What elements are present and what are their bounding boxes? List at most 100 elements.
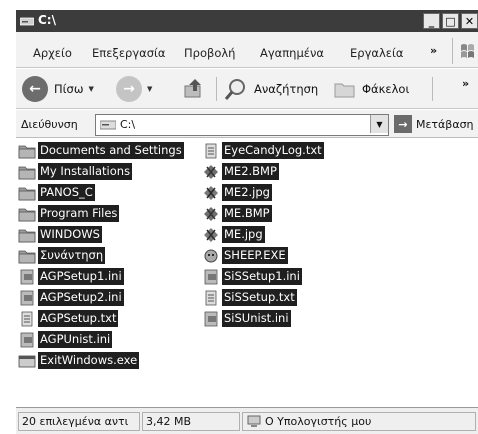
title-bar: C:\ _ □ ✕ [16, 10, 478, 32]
drive-icon [100, 120, 116, 130]
file-item[interactable]: ExitWindows.exe [18, 351, 140, 370]
file-item[interactable]: AGPSetup.txt [18, 309, 119, 328]
windows-logo-icon [452, 38, 474, 64]
file-name: Program Files [38, 205, 120, 222]
go-arrow-icon: → [394, 115, 412, 133]
file-list: Documents and Settings My Installations PA… [16, 139, 478, 405]
file-item[interactable]: AGPSetup2.ini [18, 288, 124, 307]
file-item[interactable]: ME.BMP [202, 204, 272, 223]
status-location: Ο Υπολογιστής μου [242, 412, 476, 431]
menu-bar: Αρχείο Επεξεργασία Προβολή Αγαπημένα Εργ… [16, 32, 478, 68]
ini-file-icon [18, 290, 36, 306]
folder-icon [18, 248, 36, 264]
address-input[interactable]: C:\ ▼ [95, 114, 389, 136]
folder-icon [18, 164, 36, 180]
back-arrow-icon: ← [22, 76, 48, 102]
file-item[interactable]: AGPUnist.ini [18, 330, 113, 349]
file-item[interactable]: SiSSetup.txt [202, 288, 297, 307]
address-dropdown-button[interactable]: ▼ [370, 115, 388, 133]
file-name: AGPSetup1.ini [38, 268, 124, 285]
menu-tools[interactable]: Εργαλεία [350, 46, 403, 60]
file-name: ME2.BMP [222, 163, 279, 180]
status-location-label: Ο Υπολογιστής μου [265, 415, 372, 428]
file-name: SHEEP.EXE [222, 247, 288, 264]
back-dropdown-icon[interactable]: ▼ [88, 85, 93, 93]
jpeg-image-icon [202, 185, 220, 201]
folders-label: Φάκελοι [362, 82, 410, 96]
file-name: AGPSetup2.ini [38, 289, 124, 306]
folders-icon [334, 83, 355, 98]
file-name: SiSUnist.ini [222, 310, 291, 327]
menu-view[interactable]: Προβολή [184, 46, 235, 60]
address-label: Διεύθυνση [21, 118, 78, 131]
search-label: Αναζήτηση [254, 82, 319, 96]
search-icon [224, 79, 245, 100]
file-name: SiSSetup.txt [222, 289, 297, 306]
folder-icon [18, 206, 36, 222]
text-file-icon [18, 311, 36, 327]
menu-edit[interactable]: Επεξεργασία [92, 46, 165, 60]
file-item[interactable]: Documents and Settings [18, 141, 184, 160]
file-name: AGPUnist.ini [38, 331, 113, 348]
minimize-button[interactable]: _ [423, 13, 440, 29]
menu-favorites[interactable]: Αγαπημένα [260, 46, 324, 60]
file-item[interactable]: ME.jpg [202, 225, 265, 244]
folder-icon [18, 227, 36, 243]
status-selection-count: 20 επιλεγμένα αντι [18, 412, 140, 431]
go-label: Μετάβαση [416, 117, 474, 131]
text-file-icon [202, 290, 220, 306]
exe-icon [18, 353, 36, 369]
window-title: C:\ [38, 13, 56, 27]
status-bar: 20 επιλεγμένα αντι 3,42 MB Ο Υπολογιστής… [16, 407, 478, 434]
file-item[interactable]: AGPSetup1.ini [18, 267, 124, 286]
up-folder-button[interactable] [182, 75, 206, 103]
file-item[interactable]: EyeCandyLog.txt [202, 141, 324, 160]
file-name: EyeCandyLog.txt [222, 142, 324, 159]
search-button[interactable]: Αναζήτηση [224, 75, 318, 103]
file-name: WINDOWS [38, 226, 102, 243]
file-item[interactable]: ME2.jpg [202, 183, 272, 202]
toolbar: ← Πίσω ▼ → ▼ Αναζήτηση Φάκελοι » [16, 69, 478, 109]
my-computer-icon [247, 415, 261, 427]
file-item[interactable]: PANOS_C [18, 183, 95, 202]
toolbar-overflow-button[interactable]: » [462, 77, 469, 90]
ini-file-icon [18, 269, 36, 285]
file-item[interactable]: My Installations [18, 162, 133, 181]
ini-file-icon [202, 311, 220, 327]
forward-button[interactable]: → ▼ [116, 75, 152, 103]
close-button[interactable]: ✕ [461, 13, 478, 29]
forward-dropdown-icon[interactable]: ▼ [147, 85, 152, 93]
menu-file[interactable]: Αρχείο [33, 46, 72, 60]
status-size: 3,42 MB [142, 412, 240, 431]
text-file-icon [202, 143, 220, 159]
file-item[interactable]: ME2.BMP [202, 162, 279, 181]
bitmap-image-icon [202, 206, 220, 222]
address-value: C:\ [120, 118, 136, 131]
drive-icon [20, 17, 34, 26]
ini-file-icon [18, 332, 36, 348]
file-item[interactable]: WINDOWS [18, 225, 102, 244]
file-name: SiSSetup1.ini [222, 268, 302, 285]
file-item[interactable]: Συνάντηση [18, 246, 106, 265]
file-item[interactable]: SHEEP.EXE [202, 246, 288, 265]
file-name: ME.jpg [222, 226, 265, 243]
file-item[interactable]: SiSUnist.ini [202, 309, 291, 328]
menu-overflow-button[interactable]: » [430, 44, 437, 57]
go-button[interactable]: → Μετάβαση [394, 115, 474, 133]
ini-file-icon [202, 269, 220, 285]
up-folder-icon [184, 79, 201, 98]
folders-button[interactable]: Φάκελοι [334, 75, 409, 103]
file-name: My Installations [38, 163, 133, 180]
folder-icon [18, 185, 36, 201]
bitmap-image-icon [202, 164, 220, 180]
maximize-button[interactable]: □ [442, 13, 459, 29]
sheep-exe-icon [202, 248, 220, 264]
file-name: Συνάντηση [38, 247, 106, 264]
address-bar: Διεύθυνση C:\ ▼ → Μετάβαση [16, 110, 478, 138]
jpeg-image-icon [202, 227, 220, 243]
file-item[interactable]: Program Files [18, 204, 120, 223]
forward-arrow-icon: → [116, 76, 142, 102]
file-item[interactable]: SiSSetup1.ini [202, 267, 302, 286]
back-button[interactable]: ← Πίσω ▼ [22, 75, 94, 103]
file-name: ExitWindows.exe [38, 352, 140, 369]
